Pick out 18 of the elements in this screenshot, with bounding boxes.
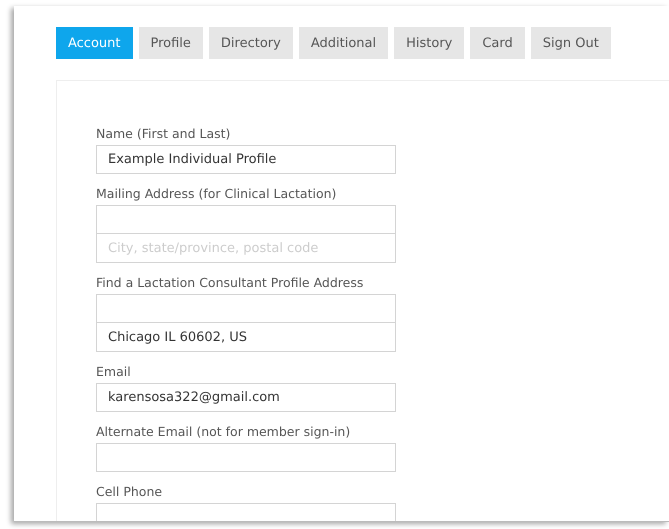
field-label: Email: [96, 364, 132, 380]
tab[interactable]: History: [394, 27, 464, 59]
field-label: Mailing Address (for Clinical Lactation): [96, 186, 338, 202]
tab[interactable]: Directory: [208, 27, 293, 59]
input-field[interactable]: [96, 205, 396, 234]
input-field[interactable]: [96, 294, 396, 323]
input-field[interactable]: Example Individual Profile: [96, 145, 396, 174]
field-label: Alternate Email (not for member sign-in): [96, 424, 352, 440]
input-field[interactable]: [96, 443, 396, 472]
field-label: Cell Phone: [96, 484, 164, 500]
tab[interactable]: Sign Out: [530, 27, 611, 59]
field-label: Find a Lactation Consultant Profile Address: [96, 275, 364, 291]
field-label: Name (First and Last): [96, 126, 232, 142]
tab[interactable]: Card: [470, 27, 525, 59]
input-field[interactable]: karensosa322@gmail.com: [96, 383, 396, 412]
tab[interactable]: Additional: [298, 27, 388, 59]
tab[interactable]: Profile: [138, 27, 203, 59]
input-field[interactable]: Chicago IL 60602, US: [96, 323, 396, 352]
